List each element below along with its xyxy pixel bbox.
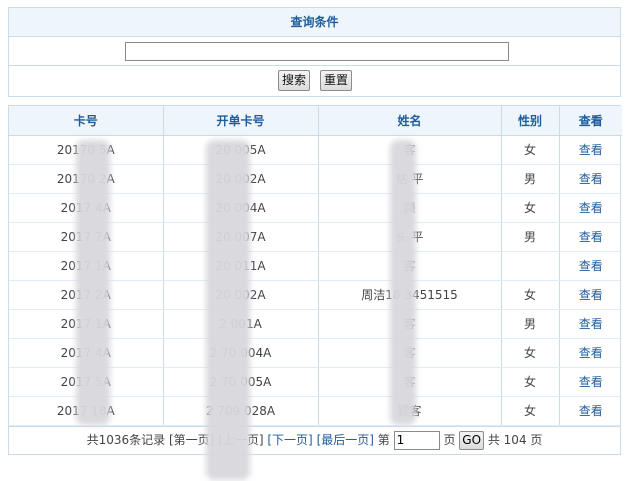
view-link[interactable]: 查看	[579, 404, 603, 418]
table-header-row: 卡号 开单卡号 姓名 性别 查看	[9, 106, 622, 136]
row-open-card-number: 20 004A	[163, 193, 319, 223]
column-header-name[interactable]: 姓名	[318, 106, 502, 136]
table-row: 2017 1A 2 001A 客男 查看	[9, 309, 622, 339]
row-card-number: 2017 4A	[9, 338, 164, 368]
view-link[interactable]: 查看	[579, 259, 603, 273]
page-prefix: 第	[377, 432, 390, 447]
row-name: 颜	[318, 193, 502, 223]
results-table: 卡号 开单卡号 姓名 性别 查看 20170 5A 20 005A 客女查看 2017…	[9, 106, 622, 426]
row-name: 客	[318, 367, 502, 397]
row-card-number: 2017 4A	[9, 193, 164, 223]
view-link[interactable]: 查看	[579, 346, 603, 360]
row-view-cell: 查看	[559, 222, 622, 252]
row-gender: 男	[501, 222, 560, 252]
row-gender: 女	[501, 367, 560, 397]
column-header-gender[interactable]: 性别	[501, 106, 560, 136]
row-name: 客	[318, 338, 502, 368]
row-view-cell: 查看	[559, 135, 622, 165]
search-input[interactable]	[125, 42, 509, 61]
row-gender: 女	[501, 280, 560, 310]
row-view-cell: 查看	[559, 280, 622, 310]
row-view-cell: 查看	[559, 338, 622, 368]
column-header-view: 查看	[559, 106, 622, 136]
row-card-number: 20170 5A	[9, 135, 164, 165]
table-row: 2017 4A 2 70 004A 客女 查看	[9, 338, 622, 368]
table-row: 2017 18A 2 709 028A 顾客女 查看	[9, 396, 622, 426]
table-row: 2017 4A 20 004A 颜女 查看	[9, 193, 622, 223]
view-link[interactable]: 查看	[579, 230, 603, 244]
row-name: 客	[318, 309, 502, 339]
row-card-number: 2017 1A	[9, 251, 164, 281]
row-open-card-number: 2 70 004A	[163, 338, 319, 368]
row-name: 头 平	[318, 222, 502, 252]
row-card-number: 2017 5A	[9, 367, 164, 397]
row-gender: 女	[501, 396, 560, 426]
row-name: 周洁18 3451515	[318, 280, 502, 310]
row-open-card-number: 2 001A	[163, 309, 319, 339]
view-link[interactable]: 查看	[579, 143, 603, 157]
view-link[interactable]: 查看	[579, 375, 603, 389]
row-card-number: 2017 18A	[9, 396, 164, 426]
row-name: 枯 平	[318, 164, 502, 194]
row-open-card-number: 20 005A	[163, 135, 319, 165]
search-button-row: 搜索 重置	[9, 66, 620, 96]
results-panel: 卡号 开单卡号 姓名 性别 查看 20170 5A 20 005A 客女查看 2017…	[8, 105, 622, 455]
row-view-cell: 查看	[559, 164, 622, 194]
reset-button[interactable]: 重置	[320, 70, 353, 91]
table-row: 2017 2A 20 002A 周洁18 3451515 女 查看	[9, 280, 622, 310]
view-link[interactable]: 查看	[579, 288, 603, 302]
search-button[interactable]: 搜索	[278, 70, 311, 91]
total-records: 共1036条记录	[86, 432, 166, 447]
page-number-input[interactable]	[393, 430, 440, 450]
row-gender: 男	[501, 309, 560, 339]
row-view-cell: 查看	[559, 367, 622, 397]
row-gender: 女	[501, 338, 560, 368]
view-link[interactable]: 查看	[579, 317, 603, 331]
row-view-cell: 查看	[559, 396, 622, 426]
table-row: 2017 7A 20 007A 头 平男 查看	[9, 222, 622, 252]
row-view-cell: 查看	[559, 309, 622, 339]
row-open-card-number: 2 709 028A	[163, 396, 319, 426]
search-panel-title: 查询条件	[9, 8, 620, 37]
row-open-card-number: 2 70 005A	[163, 367, 319, 397]
last-page-link[interactable]: [最后一页]	[317, 433, 374, 447]
row-open-card-number: 20 002A	[163, 280, 319, 310]
row-name: 客	[318, 251, 502, 281]
view-link[interactable]: 查看	[579, 201, 603, 215]
row-open-card-number: 20 007A	[163, 222, 319, 252]
row-gender	[501, 251, 560, 281]
table-row: 20170 5A 20 005A 客女 查看	[9, 135, 622, 165]
row-card-number: 2017 1A	[9, 309, 164, 339]
table-row: 2017 1A 20 011A 客 查看	[9, 251, 622, 281]
table-row: 2017 5A 2 70 005A 客女 查看	[9, 367, 622, 397]
row-card-number: 20170 2A	[9, 164, 164, 194]
first-page-link: [第一页]	[168, 432, 215, 447]
row-name: 客	[318, 135, 502, 165]
total-pages: 共 104 页	[487, 432, 543, 447]
prev-page-link: [上一页]	[218, 432, 264, 447]
page-suffix: 页	[443, 432, 456, 447]
row-view-cell: 查看	[559, 193, 622, 223]
row-gender: 男	[501, 164, 560, 194]
row-view-cell: 查看	[559, 251, 622, 281]
search-panel: 查询条件 搜索 重置	[8, 7, 621, 97]
column-header-open-card[interactable]: 开单卡号	[163, 106, 319, 136]
view-link[interactable]: 查看	[579, 172, 603, 186]
next-page-link[interactable]: [下一页]	[267, 433, 312, 447]
row-gender: 女	[501, 193, 560, 223]
table-row: 20170 2A 20 002A 枯 平男 查看	[9, 164, 622, 194]
search-input-row	[9, 37, 620, 66]
row-card-number: 2017 7A	[9, 222, 164, 252]
go-button[interactable]: GO	[459, 430, 485, 450]
row-name: 顾客	[318, 396, 502, 426]
row-open-card-number: 20 002A	[163, 164, 319, 194]
row-card-number: 2017 2A	[9, 280, 164, 310]
pagination: 共1036条记录 [第一页] [上一页] [下一页] [最后一页] 第 页 GO…	[9, 425, 620, 454]
row-gender: 女	[501, 135, 560, 165]
column-header-card[interactable]: 卡号	[9, 106, 164, 136]
row-open-card-number: 20 011A	[163, 251, 319, 281]
